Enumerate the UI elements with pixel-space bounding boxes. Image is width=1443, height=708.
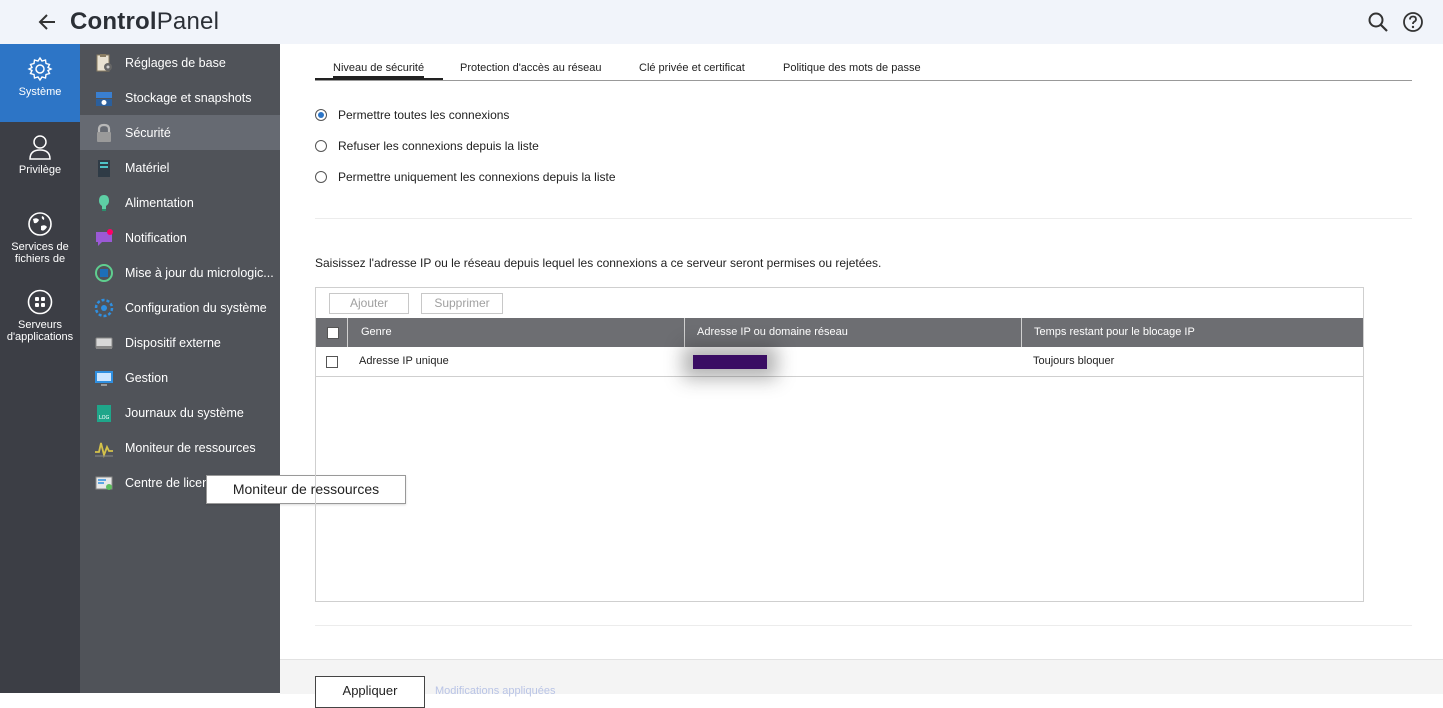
active-tab-underline — [315, 78, 443, 80]
globe-icon — [28, 212, 52, 236]
sidebar-item-label: Moniteur de ressources — [125, 440, 256, 455]
sidebar-item-moniteur-ressources[interactable]: Moniteur de ressources — [80, 430, 280, 465]
power-bulb-icon — [99, 194, 109, 211]
gear-icon — [27, 56, 53, 82]
ip-description: Saisissez l'adresse IP ou le réseau depu… — [315, 256, 882, 270]
sidebar-item-label: Stockage et snapshots — [125, 90, 252, 105]
radio-label: Refuser les connexions depuis la liste — [338, 139, 539, 153]
apps-grid-icon — [27, 289, 53, 315]
notification-icon — [96, 228, 113, 246]
divider — [315, 625, 1412, 626]
firmware-update-icon — [95, 263, 113, 282]
sidebar-item-label: Sécurité — [125, 125, 171, 140]
search-icon[interactable] — [1367, 11, 1389, 33]
sidebar-item-label: Matériel — [125, 160, 170, 175]
sidebar-item-notification[interactable]: Notification — [80, 220, 280, 255]
redacted-ip-address — [693, 355, 767, 369]
tab-politique-mots-de-passe[interactable]: Politique des mots de passe — [783, 62, 921, 74]
sidebar-item-mise-a-jour[interactable]: Mise à jour du micrologic... — [80, 255, 280, 290]
column-header-genre[interactable]: Genre — [347, 318, 683, 347]
delete-button[interactable]: Supprimer — [421, 293, 503, 314]
table-header: Genre Adresse IP ou domaine réseau Temps… — [316, 318, 1363, 347]
tab-bar: Niveau de sécurité Protection d'accès au… — [315, 56, 1412, 81]
log-icon: LOG — [97, 404, 111, 422]
sidebar-item-label: Dispositif externe — [125, 335, 221, 350]
system-config-icon — [94, 298, 114, 317]
rail-item-label: Serveurs d'applications — [6, 319, 74, 343]
app-title: ControlPanel — [70, 8, 219, 36]
rail-item-privilege[interactable]: Privilège — [0, 134, 80, 194]
sidebar-item-label: Alimentation — [125, 195, 194, 210]
sidebar-item-alimentation[interactable]: Alimentation — [80, 185, 280, 220]
tab-niveau-securite[interactable]: Niveau de sécurité — [333, 62, 425, 78]
sidebar-item-stockage[interactable]: Stockage et snapshots — [80, 80, 280, 115]
sidebar-item-reglages-de-base[interactable]: Réglages de base — [80, 45, 280, 80]
rail-item-label: Système — [18, 86, 62, 98]
column-header-adresse[interactable]: Adresse IP ou domaine réseau — [684, 318, 1020, 347]
sidebar-item-label: Configuration du système — [125, 300, 267, 315]
external-device-icon — [95, 337, 113, 349]
radio-button[interactable] — [315, 109, 327, 121]
user-icon — [29, 135, 51, 160]
help-icon[interactable] — [1402, 11, 1424, 33]
svg-text:LOG: LOG — [99, 415, 110, 421]
sub-sidebar: Réglages de base Stockage et snapshots S… — [80, 44, 280, 693]
sidebar-item-materiel[interactable]: Matériel — [80, 150, 280, 185]
sidebar-item-securite[interactable]: Sécurité — [80, 115, 280, 150]
app-header: ControlPanel — [0, 0, 1443, 44]
cell-temps-restant: Toujours bloquer — [1033, 355, 1115, 367]
tab-cle-privee[interactable]: Clé privée et certificat — [639, 62, 745, 74]
radio-button[interactable] — [315, 140, 327, 152]
settings-clipboard-icon — [96, 53, 112, 71]
divider — [315, 218, 1412, 219]
arrow-left-icon[interactable] — [36, 11, 58, 33]
sidebar-item-label: Mise à jour du micrologic... — [125, 265, 274, 280]
monitor-icon — [95, 370, 113, 386]
cell-genre: Adresse IP unique — [359, 355, 449, 367]
radio-button[interactable] — [315, 171, 327, 183]
rail-item-services-fichiers[interactable]: Services de fichiers de — [0, 211, 80, 276]
radio-refuser-liste[interactable]: Refuser les connexions depuis la liste — [315, 139, 539, 153]
app-title-bold: Control — [70, 8, 157, 35]
sidebar-item-dispositif-externe[interactable]: Dispositif externe — [80, 325, 280, 360]
apply-button[interactable]: Appliquer — [315, 676, 425, 708]
row-checkbox[interactable] — [326, 356, 338, 368]
rail-item-label: Services de fichiers de — [11, 241, 69, 265]
rail-item-label: Privilège — [18, 164, 62, 176]
resource-monitor-icon — [95, 442, 113, 458]
app-title-light: Panel — [156, 8, 220, 35]
radio-label: Permettre uniquement les connexions depu… — [338, 170, 616, 184]
add-button[interactable]: Ajouter — [329, 293, 409, 314]
storage-icon — [96, 91, 112, 106]
main-category-rail: Système Privilège Services de fichiers d… — [0, 44, 80, 693]
sidebar-item-journaux[interactable]: LOG Journaux du système — [80, 395, 280, 430]
table-row[interactable]: Adresse IP unique Toujours bloquer — [316, 347, 1363, 377]
radio-permettre-toutes[interactable]: Permettre toutes les connexions — [315, 108, 509, 122]
tab-protection-acces[interactable]: Protection d'accès au réseau — [460, 62, 602, 74]
radio-label: Permettre toutes les connexions — [338, 108, 510, 122]
radio-permettre-liste[interactable]: Permettre uniquement les connexions depu… — [315, 170, 616, 184]
sidebar-item-label: Journaux du système — [125, 405, 244, 420]
hardware-icon — [98, 159, 110, 177]
sidebar-item-gestion[interactable]: Gestion — [80, 360, 280, 395]
select-all-checkbox[interactable] — [327, 327, 339, 339]
footer-bar: Appliquer Modifications appliquées — [280, 659, 1443, 708]
column-header-temps-restant[interactable]: Temps restant pour le blocage IP — [1021, 318, 1363, 347]
sidebar-item-label: Réglages de base — [125, 55, 226, 70]
license-icon — [95, 476, 113, 490]
sidebar-item-label: Notification — [125, 230, 187, 245]
applied-status: Modifications appliquées — [435, 685, 556, 697]
sidebar-item-configuration-systeme[interactable]: Configuration du système — [80, 290, 280, 325]
rail-item-systeme[interactable]: Système — [0, 44, 80, 122]
ip-list-grid: Ajouter Supprimer Genre Adresse IP ou do… — [315, 287, 1364, 602]
rail-item-serveurs-applications[interactable]: Serveurs d'applications — [0, 289, 80, 349]
lock-icon — [97, 123, 111, 142]
sidebar-item-label: Gestion — [125, 370, 169, 385]
